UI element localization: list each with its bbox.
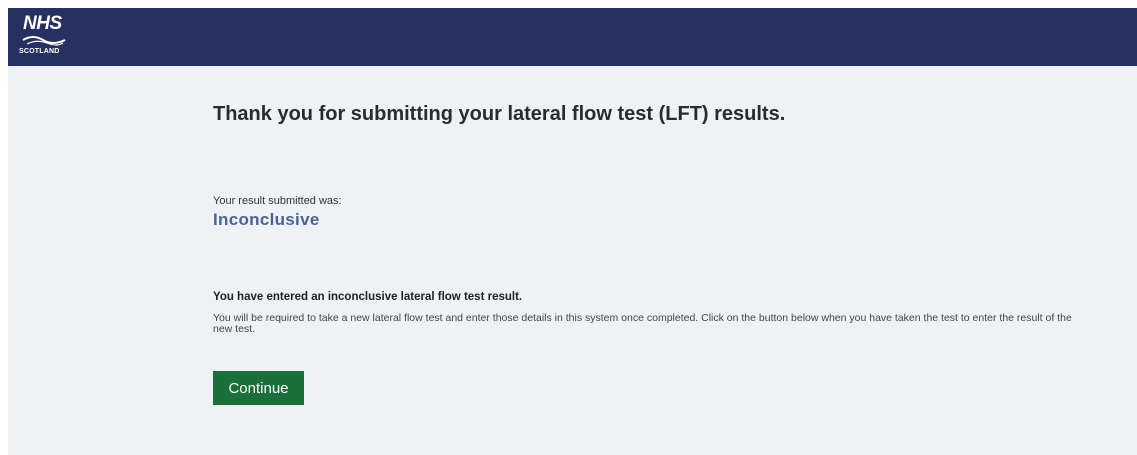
logo-brand-text: NHS [23,13,62,34]
page-title: Thank you for submitting your lateral fl… [213,103,786,125]
result-value: Inconclusive [213,210,320,229]
message-heading: You have entered an inconclusive lateral… [213,291,523,303]
logo-region-text: SCOTLAND [19,48,60,55]
continue-button[interactable]: Continue [213,371,304,405]
message-body: You will be required to take a new later… [213,312,1072,335]
nhs-scotland-logo[interactable]: NHS SCOTLAND [18,13,80,61]
saltire-wave-icon [22,36,66,46]
site-header: NHS SCOTLAND [8,8,1137,66]
page: NHS SCOTLAND Thank you for submitting yo… [8,8,1137,455]
result-label: Your result submitted was: [213,195,342,207]
